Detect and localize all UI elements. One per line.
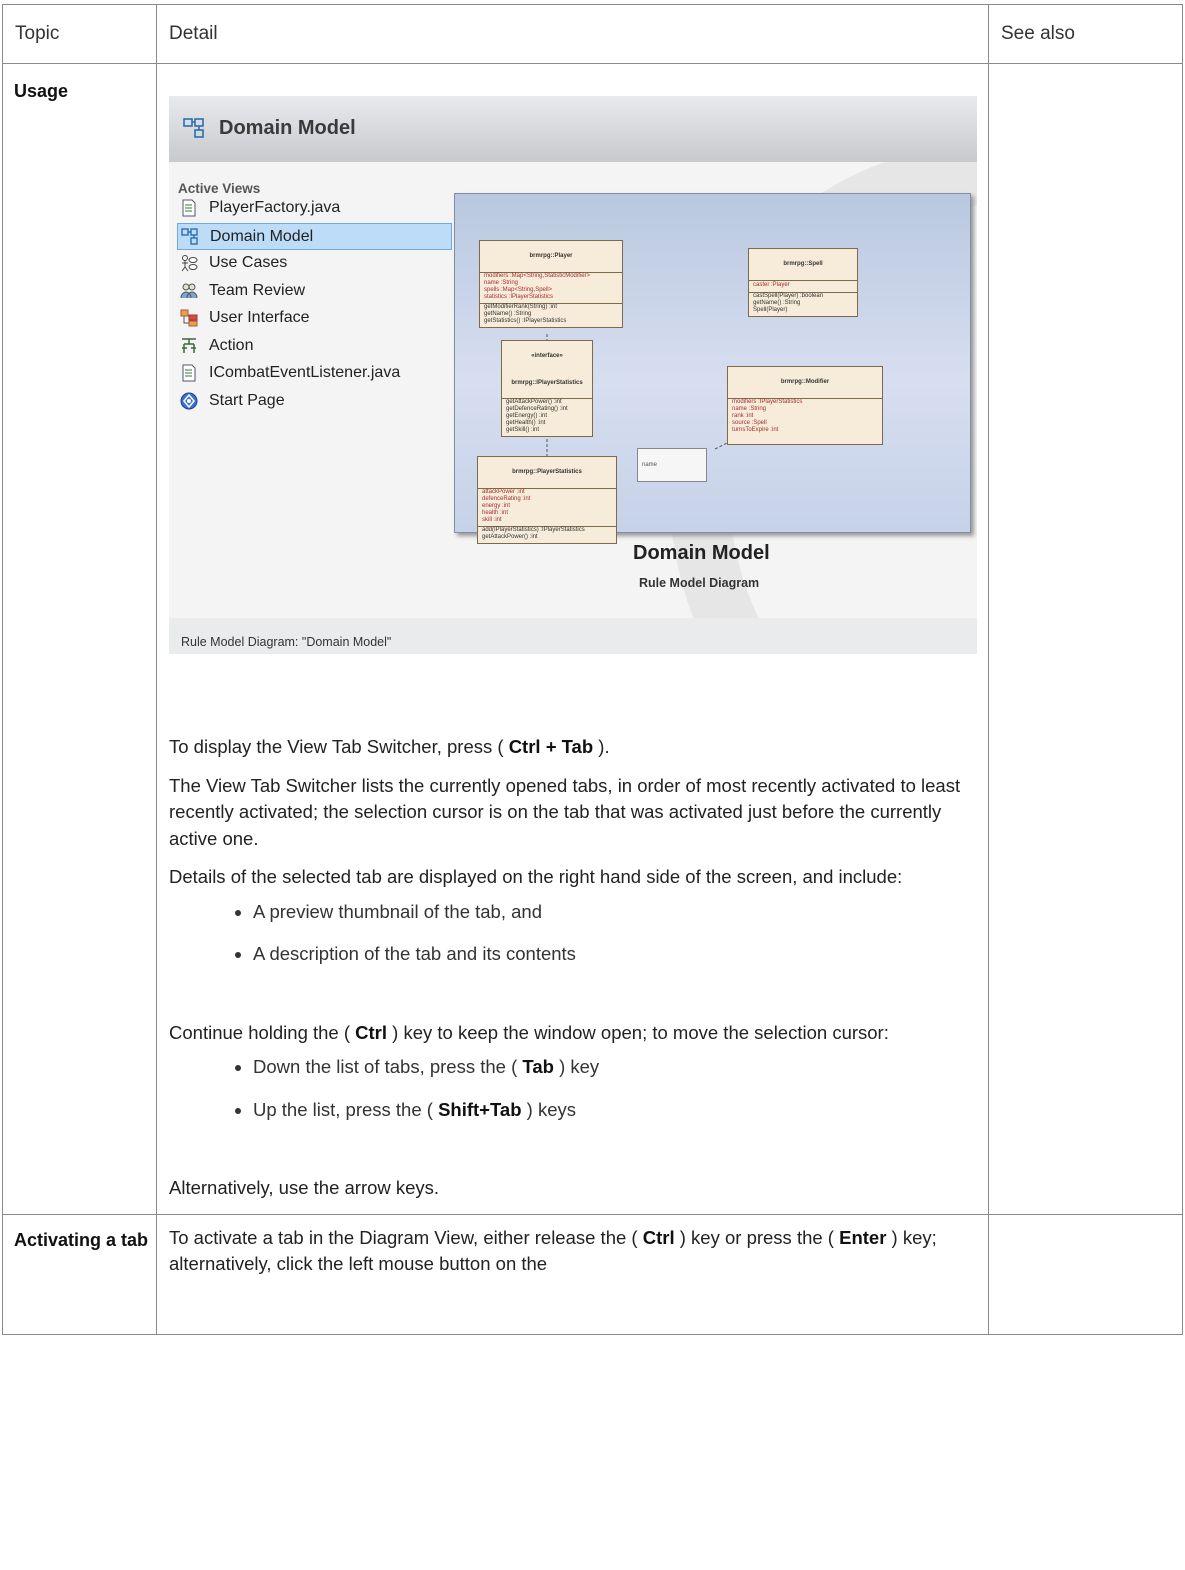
view-item-label: ICombatEventListener.java xyxy=(209,364,401,381)
note-element: name xyxy=(637,448,707,482)
detail-activating: To activate a tab in the Diagram View, e… xyxy=(156,1213,989,1335)
shortcut-key: Ctrl xyxy=(355,1021,388,1043)
view-item-label: User Interface xyxy=(209,309,310,326)
view-item-label: PlayerFactory.java xyxy=(209,199,341,216)
view-item-label: Action xyxy=(209,336,254,354)
diagram-icon xyxy=(181,227,198,245)
list-item: Down the list of tabs, press the ( Tab )… xyxy=(253,1054,974,1081)
class-playerstatistics: brmrpg::PlayerStatistics attackPower :in… xyxy=(477,456,617,544)
paragraph-alternative: Alternatively, use the arrow keys. xyxy=(169,1177,440,1198)
view-item-team-review[interactable]: Team Review xyxy=(177,278,452,306)
table-row-usage: Usage Domain Model Active Views PlayerFa… xyxy=(2,63,1183,1215)
view-item-playerfactory[interactable]: PlayerFactory.java xyxy=(177,195,452,223)
action-icon xyxy=(182,337,196,353)
switcher-header-title: Domain Model xyxy=(219,117,356,139)
header-row: Topic Detail See also xyxy=(2,4,1183,64)
java-file-icon xyxy=(182,364,196,382)
shortcut-key: Ctrl xyxy=(642,1226,675,1248)
list-item: Up the list, press the ( Shift+Tab ) key… xyxy=(253,1097,974,1124)
shortcut-key: Enter xyxy=(839,1226,887,1248)
diagram-icon xyxy=(183,118,204,138)
detail-usage: Domain Model Active Views PlayerFactory.… xyxy=(156,63,989,1215)
view-item-label: Start Page xyxy=(209,391,285,409)
see-also-activating xyxy=(988,1213,1183,1335)
table-row-activating: Activating a tab To activate a tab in th… xyxy=(2,1213,1183,1335)
view-item-use-cases[interactable]: Use Cases xyxy=(177,250,452,278)
help-table: Topic Detail See also Usage Domain Model… xyxy=(2,4,1183,1335)
shortcut-key: Ctrl + Tab xyxy=(508,736,594,757)
preview-subtitle: Rule Model Diagram xyxy=(639,576,760,590)
view-item-start-page[interactable]: Start Page xyxy=(177,388,452,416)
list-item: A preview thumbnail of the tab, and xyxy=(253,899,974,926)
use-case-icon xyxy=(181,255,198,272)
list-item: A description of the tab and its content… xyxy=(253,941,974,968)
class-spell: brmrpg::Spell caster :Player castSpell(P… xyxy=(748,248,858,317)
active-views-list: PlayerFactory.java Domain Model Use Case… xyxy=(177,195,452,415)
view-item-label: Team Review xyxy=(209,281,306,299)
view-item-label: Domain Model xyxy=(210,227,314,245)
preview-title: Domain Model xyxy=(633,542,770,564)
paragraph-display: To display the View Tab Switcher, press … xyxy=(169,736,610,757)
class-modifier: brmrpg::Modifier modifiers :IPlayerStati… xyxy=(727,366,883,445)
view-item-user-interface[interactable]: User Interface xyxy=(177,305,452,333)
switcher-footer: Rule Model Diagram: "Domain Model" xyxy=(169,618,977,654)
paragraph-details: Details of the selected tab are displaye… xyxy=(169,866,903,887)
tab-switcher-screenshot: Domain Model Active Views PlayerFactory.… xyxy=(169,96,977,654)
topic-activating: Activating a tab xyxy=(2,1213,157,1335)
view-item-label: Use Cases xyxy=(209,254,288,271)
switcher-header: Domain Model xyxy=(169,96,977,162)
paragraph-continue: Continue holding the ( Ctrl ) key to kee… xyxy=(169,1021,889,1043)
topic-usage: Usage xyxy=(2,63,157,1215)
start-page-icon xyxy=(180,392,198,409)
view-item-icombateventlistener[interactable]: ICombatEventListener.java xyxy=(177,360,452,388)
paragraph-list-description: The View Tab Switcher lists the currentl… xyxy=(169,774,961,849)
team-icon xyxy=(180,283,198,298)
header-topic: Topic xyxy=(2,4,157,64)
java-file-icon xyxy=(182,199,196,217)
switcher-footer-text: Rule Model Diagram: "Domain Model" xyxy=(181,635,392,649)
class-iplayerstatistics: «interface» brmrpg::IPlayerStatistics ge… xyxy=(501,340,593,437)
shortcut-key: Tab xyxy=(522,1056,554,1077)
header-see-also: See also xyxy=(988,4,1183,64)
shortcut-key: Shift+Tab xyxy=(438,1098,522,1120)
class-player: brmrpg::Player modifiers :Map<String,Sta… xyxy=(479,240,623,328)
header-detail: Detail xyxy=(156,4,989,64)
view-item-domain-model[interactable]: Domain Model xyxy=(177,222,452,250)
see-also-usage xyxy=(988,63,1183,1215)
view-item-action[interactable]: Action xyxy=(177,333,452,361)
cursor-list: Down the list of tabs, press the ( Tab )… xyxy=(169,1054,974,1123)
preview-thumbnail: brmrpg::Player modifiers :Map<String,Sta… xyxy=(454,193,971,544)
user-interface-icon xyxy=(180,309,198,327)
details-list: A preview thumbnail of the tab, and A de… xyxy=(169,899,974,968)
